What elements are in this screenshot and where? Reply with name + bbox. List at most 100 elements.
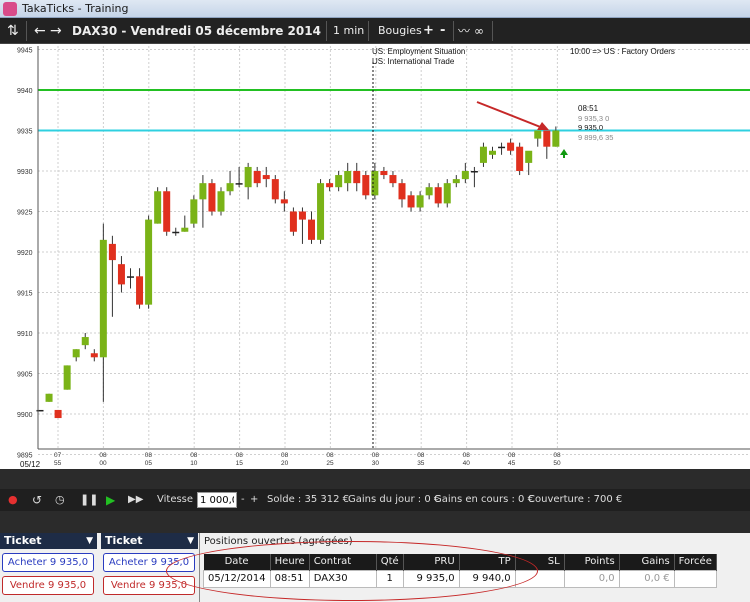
candle-body[interactable] — [289, 211, 297, 232]
vitesse-input[interactable] — [197, 492, 237, 508]
candle-body[interactable] — [136, 276, 144, 305]
candle-body[interactable] — [226, 183, 234, 192]
col-forcee[interactable]: Forcée — [674, 554, 717, 570]
back-arrow-icon[interactable]: ← — [34, 18, 46, 44]
col-date[interactable]: Date — [203, 554, 271, 570]
zoom-out-button[interactable]: - — [440, 18, 445, 44]
candle-body[interactable] — [172, 231, 180, 234]
candle-body[interactable] — [127, 276, 134, 278]
candle-body[interactable] — [199, 183, 207, 200]
candle-body[interactable] — [190, 199, 198, 224]
candle-body[interactable] — [407, 195, 415, 208]
vitesse-plus-button[interactable]: + — [250, 489, 258, 511]
buy-button[interactable]: Acheter 9 935,0 — [103, 553, 195, 572]
table-row[interactable]: 05/12/2014 08:51 DAX30 1 9 935,0 9 940,0… — [203, 569, 717, 588]
col-sl[interactable]: SL — [515, 554, 565, 570]
candle-body[interactable] — [371, 171, 379, 196]
candle-body[interactable] — [425, 187, 433, 196]
dropdown-arrow-icon[interactable]: ▼ — [86, 533, 93, 549]
candle-body[interactable] — [163, 191, 171, 232]
candle-body[interactable] — [45, 393, 53, 402]
candle-body[interactable] — [461, 171, 469, 180]
candle-body[interactable] — [398, 183, 406, 200]
candle-body[interactable] — [543, 130, 551, 147]
cell-sl[interactable] — [514, 569, 565, 588]
col-tp[interactable]: TP — [459, 554, 516, 570]
ticket-header[interactable]: Ticket ▼ — [101, 533, 198, 549]
candle-body[interactable] — [516, 146, 524, 171]
candle-body[interactable] — [244, 166, 252, 188]
candle-body[interactable] — [552, 130, 560, 147]
glasses-icon[interactable]: ∞ — [474, 18, 484, 44]
pause-icon[interactable]: ❚❚ — [80, 489, 98, 511]
candle-body[interactable] — [344, 171, 352, 184]
candle-body[interactable] — [353, 171, 361, 184]
sell-button[interactable]: Vendre 9 935,0 — [103, 576, 195, 595]
vitesse-minus-button[interactable]: - — [241, 489, 245, 511]
cell-points: 0,0 — [563, 569, 620, 588]
candle-body[interactable] — [317, 183, 325, 240]
chart-type-selector[interactable]: Bougies — [378, 18, 422, 44]
candle-body[interactable] — [452, 179, 460, 184]
candle-body[interactable] — [217, 191, 225, 212]
candle-body[interactable] — [443, 183, 451, 204]
col-points[interactable]: Points — [564, 554, 620, 570]
play-icon[interactable]: ▶ — [106, 489, 115, 511]
ticket-header[interactable]: Ticket ▼ — [0, 533, 97, 549]
indicator-icon[interactable]: 〰 — [458, 18, 470, 44]
refresh-icon[interactable]: ⇅ — [7, 18, 19, 44]
candle-body[interactable] — [253, 171, 261, 184]
candle-body[interactable] — [335, 175, 343, 188]
record-icon[interactable]: ● — [8, 489, 18, 511]
candle-body[interactable] — [326, 183, 334, 188]
candle-body[interactable] — [90, 353, 98, 358]
clock-icon[interactable]: ◷ — [55, 489, 65, 511]
candle-body[interactable] — [99, 239, 107, 358]
timeframe-selector[interactable]: 1 min — [333, 18, 364, 44]
chart-area[interactable]: 9945 9940 9935 9930 9925 9920 9915 9910 9905 9900… — [0, 44, 750, 469]
candle-body[interactable] — [280, 199, 288, 204]
candle-body[interactable] — [54, 409, 62, 419]
candle-body[interactable] — [298, 211, 306, 220]
candle-body[interactable] — [63, 365, 71, 390]
candle-body[interactable] — [235, 183, 243, 185]
candle-body[interactable] — [262, 175, 270, 180]
zoom-in-button[interactable]: + — [423, 18, 434, 44]
candle-body[interactable] — [380, 171, 388, 176]
candle-body[interactable] — [416, 195, 424, 208]
candle-body[interactable] — [271, 179, 279, 200]
candle-body[interactable] — [308, 219, 315, 240]
candle-body[interactable] — [470, 171, 478, 173]
col-pru[interactable]: PRU — [403, 554, 460, 570]
col-qte[interactable]: Qté — [376, 554, 404, 570]
candle-body[interactable] — [389, 175, 397, 184]
candle-body[interactable] — [525, 150, 533, 163]
candlestick-chart[interactable]: 9945 9940 9935 9930 9925 9920 9915 9910 9905 9900… — [0, 44, 750, 469]
candle-body[interactable] — [181, 227, 189, 232]
buy-button[interactable]: Acheter 9 935,0 — [2, 553, 94, 572]
col-heure[interactable]: Heure — [270, 554, 310, 570]
rewind-icon[interactable]: ↺ — [32, 489, 42, 511]
candle-body[interactable] — [154, 191, 162, 224]
candle-body[interactable] — [434, 187, 442, 204]
cell-forcee[interactable] — [673, 569, 717, 588]
cell-tp[interactable]: 9 940,0 — [458, 569, 516, 588]
candle-body[interactable] — [479, 146, 487, 163]
col-gains[interactable]: Gains — [619, 554, 675, 570]
candle-body[interactable] — [208, 183, 216, 212]
candle-body[interactable] — [108, 243, 116, 261]
forward-arrow-icon[interactable]: → — [50, 18, 62, 44]
candle-body[interactable] — [362, 175, 370, 196]
candle-body[interactable] — [72, 349, 80, 358]
candle-body[interactable] — [489, 150, 496, 155]
candle-body[interactable] — [145, 219, 153, 305]
candle-body[interactable] — [498, 146, 506, 149]
dropdown-arrow-icon[interactable]: ▼ — [187, 533, 194, 549]
fast-forward-icon[interactable]: ▶▶ — [128, 489, 143, 511]
candle-body[interactable] — [507, 142, 515, 151]
candle-body[interactable] — [534, 130, 542, 139]
candle-body[interactable] — [117, 264, 125, 285]
sell-button[interactable]: Vendre 9 935,0 — [2, 576, 94, 595]
col-contrat[interactable]: Contrat — [309, 554, 377, 570]
candle-body[interactable] — [81, 337, 89, 346]
